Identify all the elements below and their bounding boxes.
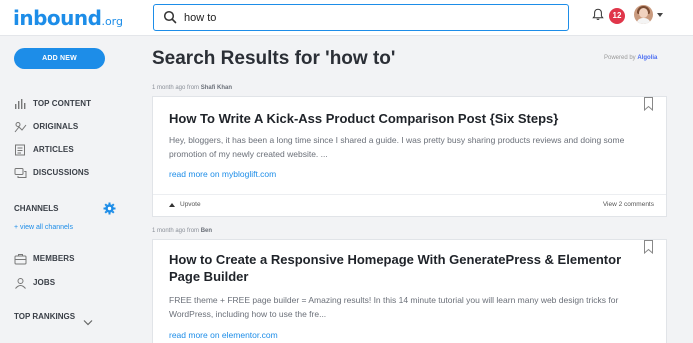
search-input[interactable] [184, 10, 554, 26]
originals-icon [14, 120, 27, 133]
sidebar-item-jobs[interactable]: JOBS [14, 275, 55, 289]
result-card: How To Write A Kick-Ass Product Comparis… [152, 96, 667, 217]
members-icon [14, 252, 27, 265]
top-header: inbound.org 12 [0, 0, 693, 36]
card-footer: Upvote View 2 comments [153, 194, 666, 216]
sidebar-item-originals[interactable]: ORIGINALS [14, 119, 78, 133]
sidebar-item-members[interactable]: MEMBERS [14, 251, 75, 265]
read-more-link[interactable]: read more on mybloglift.com [169, 169, 276, 179]
add-new-button[interactable]: ADD NEW [14, 48, 105, 69]
result-title[interactable]: How To Write A Kick-Ass Product Comparis… [169, 110, 639, 127]
channels-title: CHANNELS [14, 204, 59, 213]
avatar[interactable] [634, 5, 653, 24]
article-icon [14, 143, 27, 156]
discussion-icon [14, 166, 27, 178]
chevron-down-icon[interactable] [657, 13, 663, 17]
upvote-button[interactable]: Upvote [169, 201, 201, 208]
author-link[interactable]: Ben [201, 228, 212, 234]
search-box[interactable] [153, 4, 569, 31]
sidebar-item-articles[interactable]: ARTICLES [14, 142, 74, 156]
author-link[interactable]: Shafi Khan [201, 85, 232, 91]
search-icon [163, 10, 177, 29]
result-meta: 1 month ago from Shafi Khan [152, 85, 233, 91]
sidebar-item-label: ORIGINALS [33, 121, 79, 131]
upvote-icon [169, 202, 175, 207]
result-meta: 1 month ago from Ben [152, 228, 213, 234]
sidebar-item-label: DISCUSSIONS [33, 167, 90, 177]
sidebar-item-label: ARTICLES [33, 144, 74, 154]
algolia-logo: Algolia [637, 55, 658, 61]
view-comments-link[interactable]: View 2 comments [603, 201, 654, 208]
sidebar-item-label: JOBS [33, 277, 56, 287]
sidebar-item-top-content[interactable]: TOP CONTENT [14, 96, 91, 110]
bookmark-icon[interactable] [643, 97, 654, 116]
view-all-channels-link[interactable]: + view all channels [14, 224, 73, 231]
notification-badge[interactable]: 12 [609, 8, 625, 24]
inbound-logo[interactable]: inbound.org [13, 6, 123, 30]
chevron-down-icon[interactable] [83, 313, 93, 331]
top-rankings-toggle[interactable]: TOP RANKINGS [14, 312, 75, 321]
result-card: How to Create a Responsive Homepage With… [152, 239, 667, 343]
sidebar-item-label: MEMBERS [33, 253, 75, 263]
bell-icon[interactable] [592, 8, 604, 26]
powered-by-label: Powered by Algolia [604, 55, 658, 61]
read-more-link[interactable]: read more on elementor.com [169, 330, 278, 340]
result-title[interactable]: How to Create a Responsive Homepage With… [169, 251, 639, 285]
bookmark-icon[interactable] [643, 240, 654, 259]
jobs-icon [14, 276, 27, 289]
page-title: Search Results for 'how to' [152, 48, 396, 69]
sidebar-item-discussions[interactable]: DISCUSSIONS [14, 165, 89, 179]
result-excerpt: FREE theme + FREE page builder = Amazing… [169, 295, 619, 319]
gear-icon[interactable] [103, 202, 116, 220]
bar-chart-icon [14, 97, 27, 109]
sidebar-item-label: TOP CONTENT [33, 98, 92, 108]
result-excerpt: Hey, bloggers, it has been a long time s… [169, 135, 625, 159]
